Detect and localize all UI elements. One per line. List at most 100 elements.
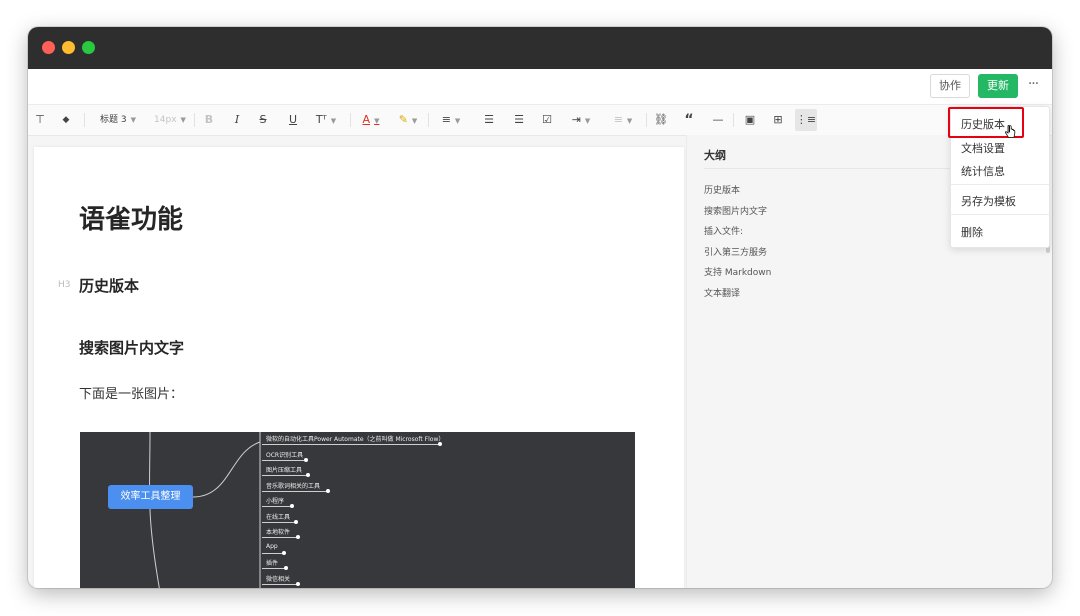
mindmap-node: 微软的自动化工具Power Automate（之前叫做 Microsoft Fl… [266, 436, 445, 443]
mindmap-connectors [148, 432, 261, 588]
mindmap-node: 音乐歌词相关的工具 [266, 483, 321, 490]
superscript-icon[interactable]: Tᵀ ▼ [313, 105, 339, 135]
mindmap-dot [306, 473, 310, 477]
outline-item[interactable]: 引入第三方服务 [704, 243, 771, 264]
app-window: 协作 更新 ··· ⊤ ◆ 标题 3 ▼ 14px ▼ B I S U Tᵀ ▼ A ▼… [28, 27, 1052, 588]
italic-icon[interactable]: I [230, 105, 244, 135]
hand-cursor-icon [1004, 125, 1016, 138]
outline-toggle-icon[interactable]: ⋮≡ [795, 109, 817, 131]
highlight-icon[interactable]: ✎ ▼ [395, 105, 421, 135]
editor-page[interactable]: 语雀功能 H3 历史版本 搜索图片内文字 下面是一张图片： 效率工具整理 微软的… [34, 147, 684, 588]
mindmap-node: 在线工具 [266, 514, 291, 521]
toolbar-divider [733, 113, 734, 127]
superscript-glyph: Tᵀ [315, 113, 327, 126]
font-size-select[interactable]: 14px ▼ [151, 105, 189, 135]
outline-item[interactable]: 历史版本 [704, 181, 771, 202]
insert-image-icon[interactable]: ⊞ [771, 105, 785, 135]
align-icon[interactable]: ≡ ▼ [438, 105, 464, 135]
more-options-button[interactable]: ··· [1023, 74, 1043, 98]
mindmap-node: 小程序 [266, 498, 285, 505]
line-spacing-glyph: ≡ [613, 113, 623, 126]
outline-item[interactable]: 插入文件: [704, 222, 771, 243]
bold-icon[interactable]: B [202, 105, 216, 135]
heading-select[interactable]: 标题 3 ▼ [96, 105, 140, 135]
toolbar-divider [84, 113, 85, 127]
align-glyph: ≡ [441, 113, 451, 126]
mindmap-root-node: 效率工具整理 [108, 485, 193, 509]
document-title[interactable]: 语雀功能 [79, 199, 183, 236]
outline-list: 历史版本 搜索图片内文字 插入文件: 引入第三方服务 支持 Markdown 文… [704, 181, 771, 305]
format-painter-icon[interactable]: ⊤ [32, 105, 48, 135]
chevron-down-icon: ▼ [374, 117, 380, 125]
mindmap-node: OCR识别工具 [266, 452, 304, 459]
chevron-down-icon: ▼ [411, 117, 418, 125]
minimize-window-button[interactable] [62, 41, 75, 54]
outline-item[interactable]: 文本翻译 [704, 284, 771, 305]
checklist-icon[interactable]: ☑ [540, 105, 554, 135]
mindmap-node: 图片压缩工具 [266, 467, 303, 474]
menu-item-save-as-template[interactable]: 另存为模板 [961, 193, 1016, 209]
menu-item-document-settings[interactable]: 文档设置 [961, 140, 1005, 156]
outline-item[interactable]: 支持 Markdown [704, 263, 771, 284]
mindmap-dot [296, 535, 300, 539]
font-size-label: 14px [154, 115, 177, 125]
chevron-down-icon: ▼ [626, 117, 633, 125]
link-icon[interactable]: ⛓ [654, 105, 668, 135]
strikethrough-icon[interactable]: S [256, 105, 270, 135]
bulleted-list-icon[interactable]: ☰ [482, 105, 496, 135]
mindmap-dot [282, 551, 286, 555]
menu-item-delete[interactable]: 删除 [961, 224, 983, 240]
chevron-down-icon: ▼ [330, 117, 337, 125]
mindmap-dot [294, 520, 298, 524]
font-color-glyph: A [362, 113, 371, 126]
divider-icon[interactable]: — [711, 105, 725, 135]
update-button[interactable]: 更新 [978, 74, 1018, 98]
toolbar-divider [194, 113, 195, 127]
eraser-icon[interactable]: ◆ [58, 105, 74, 135]
heading-history-version[interactable]: 历史版本 [79, 275, 139, 296]
menu-item-statistics[interactable]: 统计信息 [961, 163, 1005, 179]
numbered-list-icon[interactable]: ☰ [512, 105, 526, 135]
chevron-down-icon: ▼ [180, 116, 186, 124]
paragraph-text[interactable]: 下面是一张图片： [79, 383, 183, 402]
mindmap-dot [290, 504, 294, 508]
mindmap-node: App [266, 543, 278, 550]
document-header: 协作 更新 ··· [28, 69, 1052, 105]
underline-icon[interactable]: U [286, 105, 300, 135]
mindmap-branch [262, 537, 298, 538]
mindmap-dot [296, 582, 300, 586]
font-color-icon[interactable]: A ▼ [358, 105, 384, 135]
mindmap-image[interactable]: 效率工具整理 微软的自动化工具Power Automate（之前叫做 Micro… [80, 432, 635, 588]
heading-search-image-text[interactable]: 搜索图片内文字 [79, 337, 184, 358]
mindmap-branch [262, 475, 308, 476]
toolbar-divider [428, 113, 429, 127]
mindmap-node: 插件 [266, 560, 279, 567]
insert-card-icon[interactable]: ▣ [743, 105, 757, 135]
heading-level-hint: H3 [58, 280, 71, 290]
collaborate-button[interactable]: 协作 [930, 74, 970, 98]
menu-divider [951, 184, 1049, 185]
mindmap-dot [438, 442, 442, 446]
mindmap-branch [262, 506, 292, 507]
mindmap-branch [262, 444, 440, 445]
mindmap-dot [326, 489, 330, 493]
outline-item[interactable]: 搜索图片内文字 [704, 202, 771, 223]
mindmap-dot [284, 566, 288, 570]
indent-icon[interactable]: ⇥ ▼ [568, 105, 594, 135]
line-spacing-icon[interactable]: ≡ ▼ [610, 105, 636, 135]
mindmap-branch [262, 553, 284, 554]
title-bar [28, 27, 1052, 69]
close-window-button[interactable] [42, 41, 55, 54]
heading-select-label: 标题 3 [100, 115, 127, 125]
mindmap-node: 微信相关 [266, 576, 291, 583]
quote-icon[interactable]: “ [682, 105, 696, 135]
toolbar-divider [646, 113, 647, 127]
mindmap-branch [262, 584, 298, 585]
maximize-window-button[interactable] [82, 41, 95, 54]
menu-divider [951, 214, 1049, 215]
mindmap-branch [262, 568, 286, 569]
mindmap-branch [262, 522, 296, 523]
editor-toolbar: ⊤ ◆ 标题 3 ▼ 14px ▼ B I S U Tᵀ ▼ A ▼ ✎ ▼ ≡ ▼ ☰ ☰… [28, 105, 1052, 136]
mindmap-node: 本地软件 [266, 529, 291, 536]
chevron-down-icon: ▼ [454, 117, 461, 125]
